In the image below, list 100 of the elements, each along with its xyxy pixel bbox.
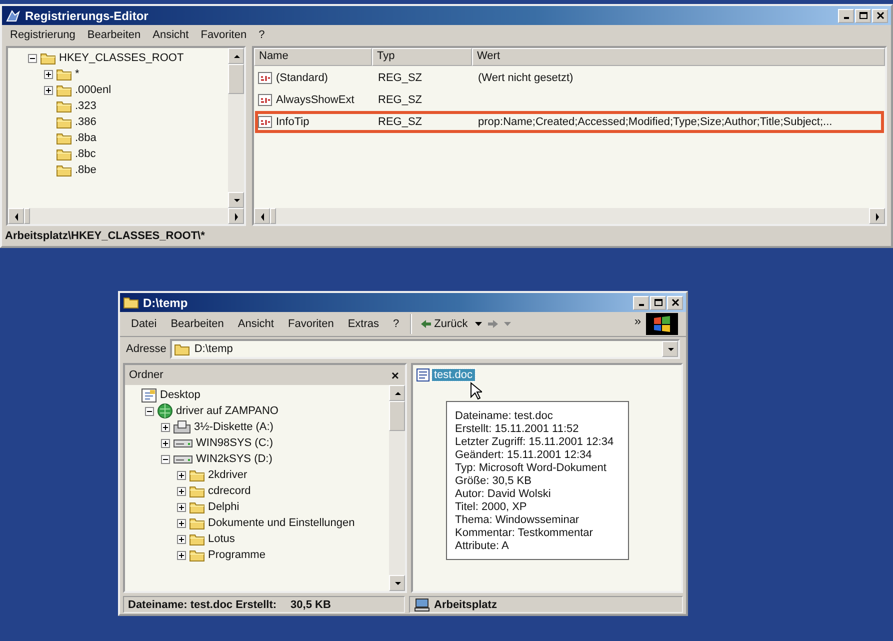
value-name[interactable]: InfoTip: [274, 116, 310, 128]
scroll-up-button[interactable]: [389, 385, 405, 401]
tooltip-line: Größe: 30,5 KB: [455, 475, 532, 488]
expand-button[interactable]: [177, 550, 186, 560]
value-type: REG_SZ: [377, 94, 424, 106]
menu-item[interactable]: ?: [388, 318, 404, 330]
scroll-left-button[interactable]: [8, 208, 24, 224]
tooltip-line: Geändert: 15.11.2001 12:34: [455, 449, 593, 462]
tree-item[interactable]: .386: [75, 116, 96, 128]
expand-button[interactable]: [44, 70, 53, 78]
folder-icon: [189, 468, 205, 482]
column-header[interactable]: Name: [254, 48, 372, 66]
zone-label: Arbeitsplatz: [434, 598, 497, 610]
floppy-drive-icon: [173, 420, 191, 434]
horizontal-scrollbar[interactable]: [254, 208, 885, 224]
tree-item[interactable]: driver auf ZAMPANO: [176, 405, 278, 417]
horizontal-scrollbar[interactable]: [8, 208, 244, 224]
tree-item[interactable]: WIN98SYS (C:): [196, 437, 274, 449]
toolbar-chevron[interactable]: »: [634, 314, 641, 328]
close-button[interactable]: [872, 8, 888, 22]
tree-item[interactable]: Dokumente und Einstellungen: [208, 517, 355, 529]
file-size: 30,5 KB: [290, 598, 331, 610]
expand-button[interactable]: [177, 518, 186, 528]
tree-item[interactable]: Desktop: [160, 389, 200, 401]
scrollbar-thumb[interactable]: [389, 401, 405, 431]
expand-button[interactable]: [177, 486, 186, 496]
menu-item[interactable]: Bearbeiten: [166, 318, 229, 330]
folder-icon: [56, 164, 72, 176]
tree-item[interactable]: Programme: [208, 549, 266, 561]
scroll-up-button[interactable]: [228, 48, 244, 64]
expand-button[interactable]: [177, 470, 186, 480]
minimize-button[interactable]: [838, 8, 854, 22]
collapse-button[interactable]: [28, 54, 37, 62]
tooltip-line: Kommentar: Testkommentar: [455, 527, 594, 540]
scrollbar-thumb[interactable]: [228, 64, 244, 94]
minimize-button[interactable]: [633, 296, 649, 310]
back-button[interactable]: Zurück: [418, 317, 470, 331]
expand-button[interactable]: [161, 438, 170, 448]
dropdown-arrow-icon[interactable]: [474, 322, 482, 326]
tree-item[interactable]: 3½-Diskette (A:): [194, 421, 274, 433]
maximize-button[interactable]: [855, 8, 871, 22]
scrollbar-thumb[interactable]: [270, 208, 276, 224]
collapse-button[interactable]: [161, 454, 170, 464]
tree-item[interactable]: HKEY_CLASSES_ROOT: [59, 52, 184, 64]
vertical-scrollbar[interactable]: [389, 385, 405, 591]
menu-item[interactable]: Datei: [126, 318, 162, 330]
expand-button[interactable]: [161, 422, 170, 432]
desktop-icon: [141, 388, 157, 402]
expand-button[interactable]: [177, 534, 186, 544]
close-button[interactable]: [667, 296, 683, 310]
app-icon: [5, 8, 21, 22]
collapse-button[interactable]: [145, 406, 154, 416]
window-title: Registrierungs-Editor: [25, 8, 150, 22]
tree-item[interactable]: WIN2kSYS (D:): [196, 453, 272, 465]
hard-drive-icon: [173, 454, 193, 464]
close-pane-button[interactable]: ×: [389, 368, 401, 382]
tree-item[interactable]: .8be: [75, 164, 96, 176]
folder-icon: [189, 500, 205, 514]
back-arrow-icon: [420, 319, 432, 329]
expand-button[interactable]: [177, 502, 186, 512]
dropdown-button[interactable]: [662, 341, 678, 357]
tree-item[interactable]: .000enl: [75, 84, 112, 96]
value-data: prop:Name;Created;Accessed;Modified;Type;Size;Author;Title;Subject;...: [477, 116, 834, 128]
tooltip-line: Attribute: A: [455, 540, 510, 553]
value-name[interactable]: (Standard): [274, 72, 328, 84]
column-header[interactable]: Typ: [372, 48, 472, 66]
file-item[interactable]: test.doc: [432, 369, 475, 381]
menu-item[interactable]: Registrierung: [5, 28, 80, 40]
menu-item[interactable]: Favoriten: [196, 28, 252, 40]
maximize-icon: [858, 12, 868, 19]
scroll-left-button[interactable]: [254, 208, 270, 224]
menu-item[interactable]: ?: [254, 28, 270, 40]
value-name[interactable]: AlwaysShowExt: [274, 94, 354, 106]
folder-icon: [174, 342, 190, 356]
scroll-down-button[interactable]: [389, 575, 405, 591]
menu-item[interactable]: Extras: [342, 318, 384, 330]
scrollbar-thumb[interactable]: [24, 208, 30, 224]
menu-item[interactable]: Ansicht: [148, 28, 194, 40]
tree-item[interactable]: .8ba: [75, 132, 96, 144]
menu-item[interactable]: Ansicht: [232, 318, 279, 330]
tree-item[interactable]: cdrecord: [208, 485, 251, 497]
tree-item[interactable]: 2kdriver: [208, 469, 248, 481]
tree-item[interactable]: *: [75, 68, 80, 80]
string-value-icon: [258, 116, 272, 128]
tree-item[interactable]: .323: [75, 100, 96, 112]
column-header[interactable]: Wert: [472, 48, 885, 66]
folder-icon: [40, 52, 56, 64]
folder-icon: [56, 84, 72, 96]
tree-item[interactable]: .8bc: [75, 148, 96, 160]
tree-item[interactable]: Delphi: [208, 501, 240, 513]
tree-item[interactable]: Lotus: [208, 533, 235, 545]
vertical-scrollbar[interactable]: [228, 48, 244, 208]
scroll-right-button[interactable]: [869, 208, 885, 224]
scroll-down-button[interactable]: [228, 192, 244, 208]
scroll-right-button[interactable]: [228, 208, 244, 224]
expand-button[interactable]: [44, 86, 53, 94]
menu-item[interactable]: Bearbeiten: [82, 28, 146, 40]
address-field[interactable]: D:\temp: [170, 339, 680, 359]
menu-item[interactable]: Favoriten: [282, 318, 339, 330]
maximize-button[interactable]: [650, 296, 666, 310]
